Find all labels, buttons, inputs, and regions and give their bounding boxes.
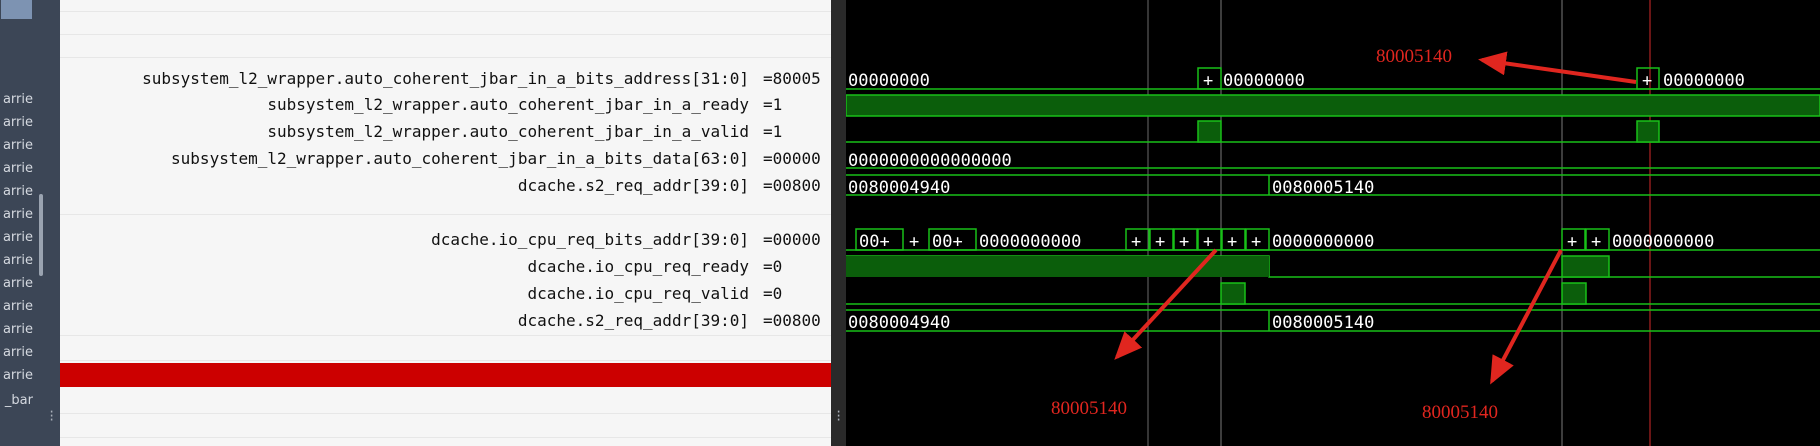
annotation-label: 80005140 (1376, 46, 1452, 67)
signal-name: dcache.io_cpu_req_valid (527, 284, 749, 303)
row-divider (60, 413, 831, 414)
wave-value: 0080004940 (848, 313, 950, 333)
pane-splitter[interactable]: · · · (831, 0, 846, 446)
wave-s2-req-addr: 0080004940 0080005140 (846, 174, 1820, 198)
wave-value: 0000000000 (1612, 232, 1714, 252)
wave-value: + (1567, 232, 1577, 252)
signal-value: =1 (763, 95, 783, 114)
signal-value: =0 (763, 284, 783, 303)
wave-value: 00000000 (1223, 71, 1305, 91)
signal-row[interactable]: dcache.io_cpu_req_ready =0 (60, 256, 831, 278)
wave-cpu-req-addr: 00+ + 00+ 0000000000 + + + + + + 0000000… (846, 228, 1820, 252)
wave-value: + (1203, 232, 1213, 252)
tree-item[interactable]: arrie (0, 322, 33, 337)
signal-row[interactable]: subsystem_l2_wrapper.auto_coherent_jbar_… (60, 94, 831, 116)
wave-ready (846, 94, 1820, 117)
wave-s2-req-addr-2: 0080004940 0080005140 (846, 309, 1820, 333)
tree-item[interactable]: arrie (0, 253, 33, 268)
signal-value: =00000 (763, 230, 821, 249)
tree-item[interactable]: arrie (0, 115, 33, 130)
annotation-bottom-right: 80005140 (1422, 249, 1563, 423)
waveform-pane[interactable]: 00000000 + 00000000 + 00000000 000000000… (846, 0, 1820, 446)
wave-valid (846, 120, 1820, 143)
row-divider (60, 11, 831, 12)
wave-value: + (1131, 232, 1141, 252)
tree-item[interactable]: arrie (0, 299, 33, 314)
signal-value: =00000 (763, 149, 821, 168)
row-divider (60, 214, 831, 215)
hierarchy-thumbnail[interactable] (1, 0, 32, 19)
hierarchy-scrollbar[interactable] (39, 194, 43, 276)
wave-value: 00000000 (848, 71, 930, 91)
wave-value: 00+ (859, 232, 890, 252)
tree-item[interactable]: _bar (0, 393, 33, 408)
resize-grip-icon[interactable]: · · · (48, 406, 55, 426)
wave-value: + (1591, 232, 1601, 252)
signal-name: subsystem_l2_wrapper.auto_coherent_jbar_… (142, 69, 749, 88)
signal-row[interactable]: dcache.s2_req_addr[39:0] =00800 (60, 310, 831, 332)
row-divider (60, 437, 831, 438)
signal-value: =00800 (763, 176, 821, 195)
wave-value: + (1179, 232, 1189, 252)
tree-item[interactable]: arrie (0, 92, 33, 107)
signal-value: =0 (763, 257, 783, 276)
signal-name: subsystem_l2_wrapper.auto_coherent_jbar_… (267, 122, 749, 141)
signal-name: subsystem_l2_wrapper.auto_coherent_jbar_… (171, 149, 749, 168)
wave-value: + (1203, 71, 1213, 91)
signal-name: subsystem_l2_wrapper.auto_coherent_jbar_… (267, 95, 749, 114)
wave-value: + (1155, 232, 1165, 252)
tree-item[interactable]: arrie (0, 230, 33, 245)
wave-cpu-req-valid (846, 282, 1820, 305)
signal-row[interactable]: dcache.s2_req_addr[39:0] =00800 (60, 175, 831, 197)
tree-item[interactable]: arrie (0, 138, 33, 153)
wave-value: + (1227, 232, 1237, 252)
wave-value: 0000000000 (1272, 232, 1374, 252)
wave-value: 00+ (932, 232, 963, 252)
wave-address: 00000000 + 00000000 + 00000000 (846, 67, 1820, 91)
wave-value: + (1251, 232, 1261, 252)
tree-item[interactable]: arrie (0, 276, 33, 291)
signal-name: dcache.io_cpu_req_bits_addr[39:0] (431, 230, 749, 249)
signal-row[interactable]: subsystem_l2_wrapper.auto_coherent_jbar_… (60, 121, 831, 143)
signal-names-pane: subsystem_l2_wrapper.auto_coherent_jbar_… (60, 0, 831, 446)
tree-item[interactable]: arrie (0, 161, 33, 176)
wave-data: 0000000000000000 (846, 151, 1820, 171)
row-divider (60, 34, 831, 35)
annotation-label: 80005140 (1051, 398, 1127, 419)
row-divider (60, 360, 831, 361)
resize-grip-icon[interactable]: · · · (835, 406, 842, 426)
wave-value: + (1642, 71, 1652, 91)
wave-value: 0080004940 (848, 178, 950, 198)
tree-item[interactable]: arrie (0, 368, 33, 383)
wave-cpu-req-ready (846, 255, 1820, 278)
signal-row[interactable]: dcache.io_cpu_req_valid =0 (60, 283, 831, 305)
signal-value: =00800 (763, 311, 821, 330)
signal-name: dcache.s2_req_addr[39:0] (517, 176, 749, 195)
wave-value: 0080005140 (1272, 178, 1374, 198)
annotation-label: 80005140 (1422, 402, 1498, 423)
signal-row[interactable]: dcache.io_cpu_req_bits_addr[39:0] =00000 (60, 229, 831, 251)
row-divider (60, 335, 831, 336)
signal-row[interactable]: subsystem_l2_wrapper.auto_coherent_jbar_… (60, 148, 831, 170)
wave-value: + (909, 232, 919, 252)
tree-item[interactable]: arrie (0, 207, 33, 222)
signal-value: =1 (763, 122, 783, 141)
wave-value: 0080005140 (1272, 313, 1374, 333)
wave-value: 0000000000000000 (848, 151, 1012, 171)
annotation-top: 80005140 (1376, 46, 1637, 84)
signal-row[interactable]: subsystem_l2_wrapper.auto_coherent_jbar_… (60, 68, 831, 90)
signal-name: dcache.io_cpu_req_ready (527, 257, 749, 276)
tree-item[interactable]: arrie (0, 345, 33, 360)
tree-item[interactable]: arrie (0, 184, 33, 199)
signal-value: =80005 (763, 69, 821, 88)
signal-name: dcache.s2_req_addr[39:0] (517, 311, 749, 330)
hierarchy-strip: arrie arrie arrie arrie arrie arrie arri… (0, 0, 60, 446)
selected-row-highlight[interactable] (60, 363, 831, 387)
wave-value: 00000000 (1663, 71, 1745, 91)
row-divider (60, 57, 831, 58)
wave-value: 0000000000 (979, 232, 1081, 252)
